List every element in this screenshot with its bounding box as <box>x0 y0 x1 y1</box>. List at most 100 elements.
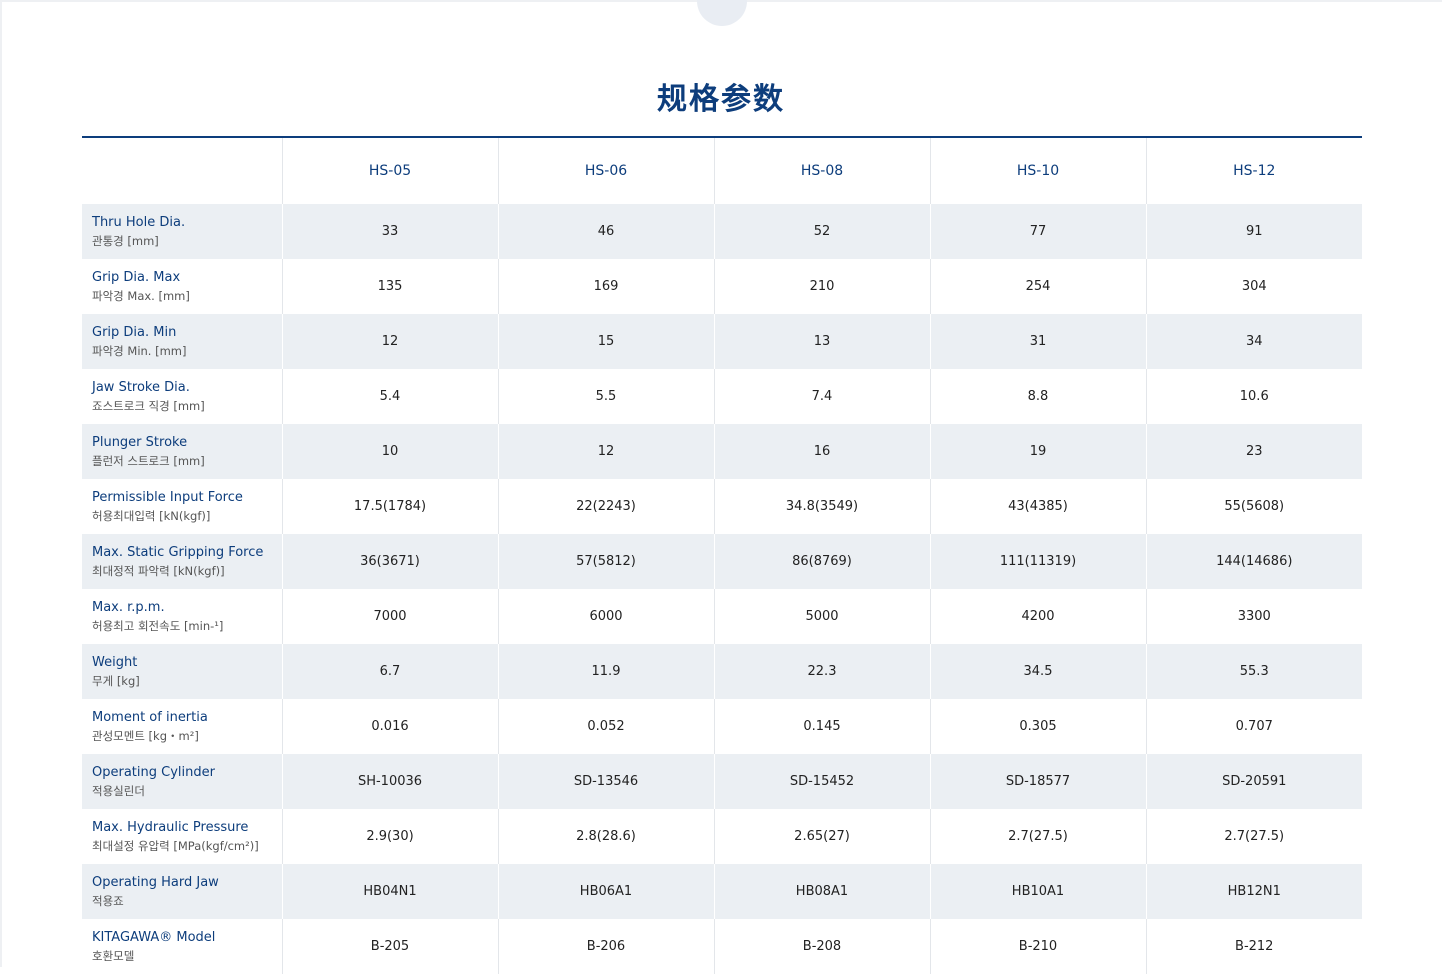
table-cell: 5.4 <box>281 369 498 424</box>
table-row: Moment of inertia 관성모멘트 [kg・m²] 0.016 0.052… <box>82 699 1362 754</box>
table-cell: 2.7(27.5) <box>1145 809 1362 864</box>
row-label-english: Weight <box>92 655 138 670</box>
table-cell: 8.8 <box>929 369 1146 424</box>
model-header: HS-05 <box>281 137 498 204</box>
table-cell: SD-13546 <box>497 754 714 809</box>
table-cell: 0.052 <box>497 699 714 754</box>
row-label-english: Plunger Stroke <box>92 435 188 450</box>
row-label-english: Thru Hole Dia. <box>92 215 186 230</box>
table-cell: 0.145 <box>713 699 930 754</box>
table-cell: 91 <box>1145 204 1362 259</box>
table-cell: 144(14686) <box>1145 534 1362 589</box>
row-label: Max. r.p.m. 허용최고 회전속도 [min-¹] <box>82 589 282 644</box>
header-blank-cell <box>82 137 282 204</box>
table-cell: 0.016 <box>281 699 498 754</box>
table-cell: 6.7 <box>281 644 498 699</box>
table-cell: 210 <box>713 259 930 314</box>
table-row: Plunger Stroke 플런저 스트로크 [mm] 10 12 16 19 23 <box>82 424 1362 479</box>
table-row: Permissible Input Force 허용최대입력 [kN(kgf)] 1… <box>82 479 1362 534</box>
row-label-korean: 적용실린더 <box>92 784 145 798</box>
table-cell: 22(2243) <box>497 479 714 534</box>
table-cell: 17.5(1784) <box>281 479 498 534</box>
table-cell: B-208 <box>713 919 930 974</box>
table-cell: SD-18577 <box>929 754 1146 809</box>
table-cell: 10.6 <box>1145 369 1362 424</box>
table-cell: 36(3671) <box>281 534 498 589</box>
table-cell: SH-10036 <box>281 754 498 809</box>
table-row: Grip Dia. Min 파악경 Min. [mm] 12 15 13 31 34 <box>82 314 1362 369</box>
row-label-korean: 호환모델 <box>92 949 135 963</box>
spec-table: HS-05 HS-06 HS-08 HS-10 HS-12 Thru Hole … <box>82 136 1362 974</box>
table-cell: 86(8769) <box>713 534 930 589</box>
row-label-korean: 허용최대입력 [kN(kgf)] <box>92 509 211 523</box>
row-label-korean: 플런저 스트로크 [mm] <box>92 454 205 468</box>
table-cell: B-212 <box>1145 919 1362 974</box>
row-label: Weight 무게 [kg] <box>82 644 282 699</box>
table-cell: 15 <box>497 314 714 369</box>
row-label: Jaw Stroke Dia. 죠스트로크 직경 [mm] <box>82 369 282 424</box>
row-label: Grip Dia. Min 파악경 Min. [mm] <box>82 314 282 369</box>
table-cell: 11.9 <box>497 644 714 699</box>
table-cell: 12 <box>497 424 714 479</box>
table-cell: B-206 <box>497 919 714 974</box>
row-label-korean: 최대정적 파악력 [kN(kgf)] <box>92 564 225 578</box>
row-label-korean: 죠스트로크 직경 [mm] <box>92 399 205 413</box>
table-cell: 5.5 <box>497 369 714 424</box>
table-cell: 2.65(27) <box>713 809 930 864</box>
table-cell: 31 <box>929 314 1146 369</box>
row-label-korean: 관통경 [mm] <box>92 234 159 248</box>
table-cell: 34 <box>1145 314 1362 369</box>
row-label: Max. Hydraulic Pressure 최대설정 유압력 [MPa(kgf… <box>82 809 282 864</box>
table-cell: 10 <box>281 424 498 479</box>
table-cell: 16 <box>713 424 930 479</box>
table-cell: 12 <box>281 314 498 369</box>
table-cell: 4200 <box>929 589 1146 644</box>
table-cell: 169 <box>497 259 714 314</box>
row-label-english: Operating Cylinder <box>92 765 215 780</box>
row-label-english: Moment of inertia <box>92 710 208 725</box>
table-cell: 111(11319) <box>929 534 1146 589</box>
row-label-korean: 파악경 Max. [mm] <box>92 289 190 303</box>
row-label-english: Jaw Stroke Dia. <box>92 380 190 395</box>
table-cell: 52 <box>713 204 930 259</box>
row-label-english: Max. r.p.m. <box>92 600 165 615</box>
row-label-english: Permissible Input Force <box>92 490 243 505</box>
table-cell: 2.8(28.6) <box>497 809 714 864</box>
table-cell: 7000 <box>281 589 498 644</box>
table-row: Weight 무게 [kg] 6.7 11.9 22.3 34.5 55.3 <box>82 644 1362 699</box>
table-cell: 304 <box>1145 259 1362 314</box>
table-cell: 0.305 <box>929 699 1146 754</box>
table-cell: HB12N1 <box>1145 864 1362 919</box>
model-header: HS-10 <box>929 137 1146 204</box>
row-label: KITAGAWA® Model 호환모델 <box>82 919 282 974</box>
table-cell: 55(5608) <box>1145 479 1362 534</box>
table-cell: HB10A1 <box>929 864 1146 919</box>
table-cell: 3300 <box>1145 589 1362 644</box>
model-header: HS-08 <box>713 137 930 204</box>
table-cell: 55.3 <box>1145 644 1362 699</box>
row-label: Max. Static Gripping Force 최대정적 파악력 [kN(k… <box>82 534 282 589</box>
row-label-korean: 허용최고 회전속도 [min-¹] <box>92 619 224 633</box>
row-label: Operating Cylinder 적용실린더 <box>82 754 282 809</box>
table-cell: 46 <box>497 204 714 259</box>
row-label-english: Grip Dia. Max <box>92 270 181 285</box>
table-cell: 34.5 <box>929 644 1146 699</box>
table-cell: 254 <box>929 259 1146 314</box>
table-row: Thru Hole Dia. 관통경 [mm] 33 46 52 77 91 <box>82 204 1362 259</box>
table-row: Jaw Stroke Dia. 죠스트로크 직경 [mm] 5.4 5.5 7.4 8.8… <box>82 369 1362 424</box>
table-cell: 22.3 <box>713 644 930 699</box>
row-label-korean: 적용죠 <box>92 894 124 908</box>
row-label-english: Operating Hard Jaw <box>92 875 219 890</box>
model-header: HS-06 <box>497 137 714 204</box>
table-cell: 7.4 <box>713 369 930 424</box>
row-label: Plunger Stroke 플런저 스트로크 [mm] <box>82 424 282 479</box>
table-cell: HB06A1 <box>497 864 714 919</box>
table-cell: 57(5812) <box>497 534 714 589</box>
table-row: Max. r.p.m. 허용최고 회전속도 [min-¹] 7000 6000 5000… <box>82 589 1362 644</box>
table-cell: SD-15452 <box>713 754 930 809</box>
table-row: Max. Hydraulic Pressure 최대설정 유압력 [MPa(kgf… <box>82 809 1362 864</box>
row-label: Moment of inertia 관성모멘트 [kg・m²] <box>82 699 282 754</box>
row-label: Thru Hole Dia. 관통경 [mm] <box>82 204 282 259</box>
row-label-korean: 최대설정 유압력 [MPa(kgf/cm²)] <box>92 839 259 853</box>
row-label: Grip Dia. Max 파악경 Max. [mm] <box>82 259 282 314</box>
